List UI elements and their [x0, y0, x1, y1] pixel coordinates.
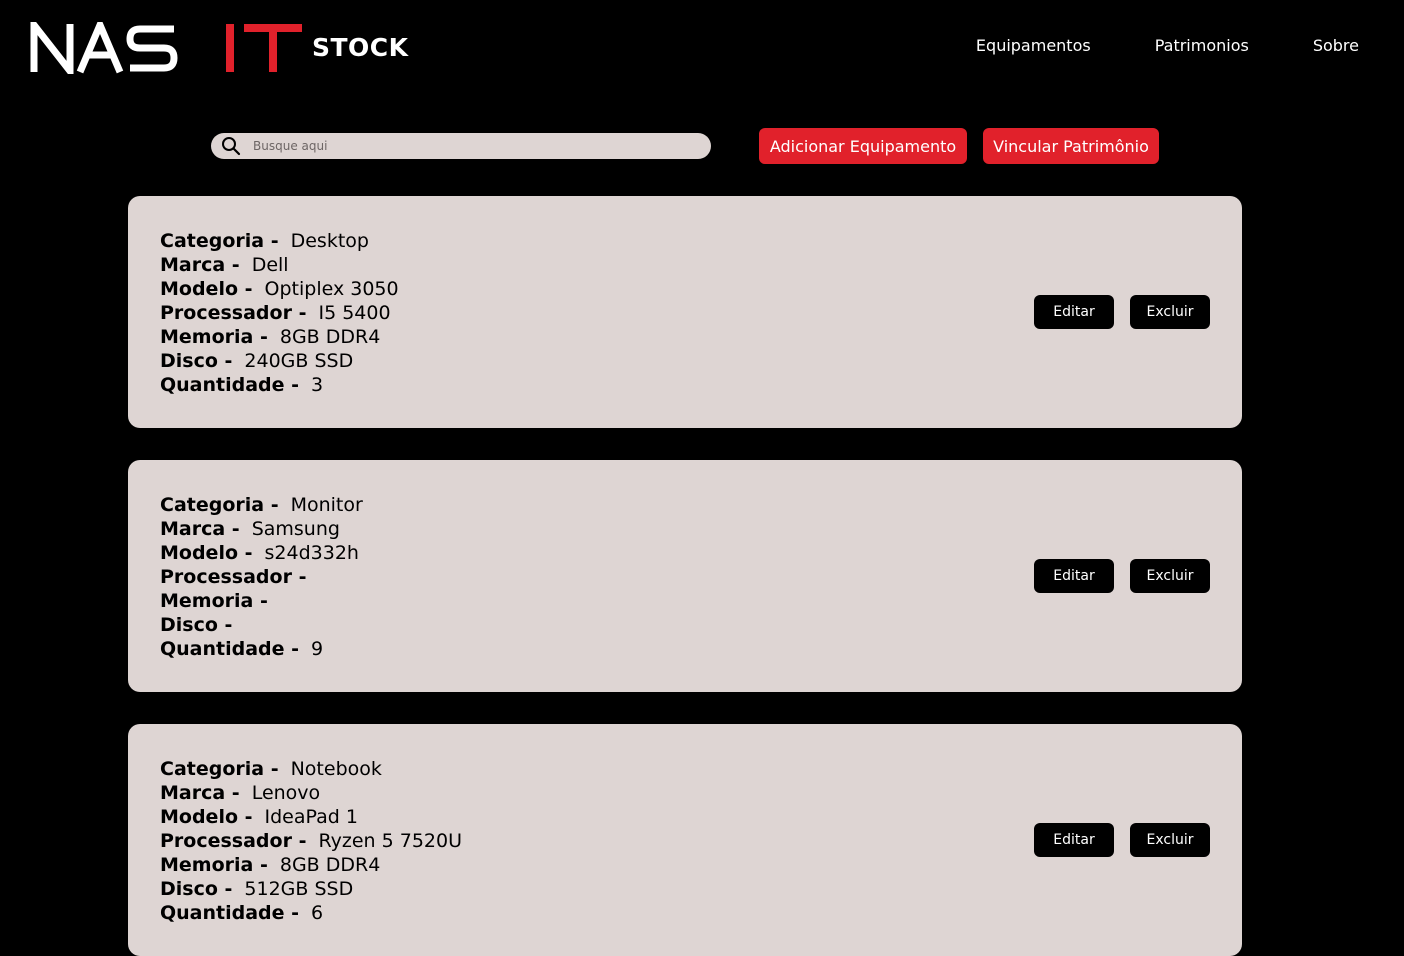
field-label: Categoria - [160, 494, 279, 516]
equipment-card: Categoria - Notebook Marca - Lenovo Modelo… [128, 724, 1242, 956]
field-quantidade: Quantidade - 6 [160, 901, 462, 925]
field-marca: Marca - Dell [160, 253, 399, 277]
field-value: Ryzen 5 7520U [318, 830, 463, 852]
field-label: Modelo - [160, 542, 253, 564]
add-equipment-button[interactable]: Adicionar Equipamento [759, 128, 967, 164]
field-memoria: Memoria - 8GB DDR4 [160, 853, 462, 877]
field-categoria: Categoria - Monitor [160, 493, 363, 517]
field-processador: Processador - Ryzen 5 7520U [160, 829, 462, 853]
equipment-details: Categoria - Monitor Marca - Samsung Modelo… [160, 493, 363, 661]
field-label: Disco - [160, 350, 233, 372]
search-icon [222, 137, 241, 156]
field-value: Samsung [251, 518, 340, 540]
nav-equipamentos[interactable]: Equipamentos [976, 36, 1091, 56]
field-value: Monitor [290, 494, 363, 516]
field-label: Categoria - [160, 230, 279, 252]
equipment-card: Categoria - Monitor Marca - Samsung Modelo… [128, 460, 1242, 692]
field-categoria: Categoria - Notebook [160, 757, 462, 781]
field-disco: Disco - 512GB SSD [160, 877, 462, 901]
field-label: Marca - [160, 254, 240, 276]
field-value: Desktop [290, 230, 369, 252]
field-modelo: Modelo - Optiplex 3050 [160, 277, 399, 301]
field-label: Quantidade - [160, 902, 300, 924]
field-value: 3 [311, 374, 324, 396]
field-value: 512GB SSD [244, 878, 354, 900]
search-bar[interactable] [211, 133, 711, 159]
field-marca: Marca - Lenovo [160, 781, 462, 805]
delete-button[interactable]: Excluir [1130, 823, 1210, 857]
delete-button[interactable]: Excluir [1130, 559, 1210, 593]
field-label: Quantidade - [160, 374, 300, 396]
field-label: Marca - [160, 518, 240, 540]
field-modelo: Modelo - IdeaPad 1 [160, 805, 462, 829]
equipment-card: Categoria - Desktop Marca - Dell Modelo - O… [128, 196, 1242, 428]
field-label: Modelo - [160, 278, 253, 300]
edit-button[interactable]: Editar [1034, 295, 1114, 329]
field-value: 240GB SSD [244, 350, 354, 372]
edit-button[interactable]: Editar [1034, 559, 1114, 593]
field-processador: Processador - [160, 565, 363, 589]
field-label: Quantidade - [160, 638, 300, 660]
card-actions: Editar Excluir [1018, 295, 1210, 329]
field-label: Categoria - [160, 758, 279, 780]
edit-button[interactable]: Editar [1034, 823, 1114, 857]
link-asset-button[interactable]: Vincular Patrimônio [983, 128, 1159, 164]
delete-button[interactable]: Excluir [1130, 295, 1210, 329]
field-value: Lenovo [251, 782, 321, 804]
field-label: Marca - [160, 782, 240, 804]
card-actions: Editar Excluir [1018, 559, 1210, 593]
nav-sobre[interactable]: Sobre [1313, 36, 1359, 56]
field-memoria: Memoria - [160, 589, 363, 613]
field-value: 8GB DDR4 [279, 854, 381, 876]
field-value: Notebook [290, 758, 382, 780]
field-value: I5 5400 [318, 302, 391, 324]
field-label: Processador - [160, 566, 307, 588]
equipment-details: Categoria - Desktop Marca - Dell Modelo - O… [160, 229, 399, 397]
field-quantidade: Quantidade - 9 [160, 637, 363, 661]
nav-patrimonios[interactable]: Patrimonios [1155, 36, 1249, 56]
field-value: Optiplex 3050 [264, 278, 399, 300]
field-label: Processador - [160, 302, 307, 324]
logo-subtitle: STOCK [312, 32, 409, 62]
search-input[interactable] [251, 138, 675, 154]
field-value: 8GB DDR4 [279, 326, 381, 348]
field-label: Disco - [160, 878, 233, 900]
field-quantidade: Quantidade - 3 [160, 373, 399, 397]
field-value: 6 [311, 902, 324, 924]
field-modelo: Modelo - s24d332h [160, 541, 363, 565]
field-label: Disco - [160, 614, 233, 636]
field-label: Memoria - [160, 590, 268, 612]
field-label: Modelo - [160, 806, 253, 828]
field-label: Memoria - [160, 854, 268, 876]
logo[interactable]: STOCK [30, 22, 409, 74]
field-value: s24d332h [264, 542, 359, 564]
field-value: 9 [311, 638, 324, 660]
equipment-details: Categoria - Notebook Marca - Lenovo Modelo… [160, 757, 462, 925]
field-value: IdeaPad 1 [264, 806, 358, 828]
field-disco: Disco - 240GB SSD [160, 349, 399, 373]
field-label: Processador - [160, 830, 307, 852]
field-disco: Disco - [160, 613, 363, 637]
field-memoria: Memoria - 8GB DDR4 [160, 325, 399, 349]
field-value: Dell [251, 254, 289, 276]
field-categoria: Categoria - Desktop [160, 229, 399, 253]
nasit-logo-icon [30, 22, 302, 74]
card-actions: Editar Excluir [1018, 823, 1210, 857]
main-nav: Equipamentos Patrimonios Sobre [912, 36, 1359, 56]
header: STOCK Equipamentos Patrimonios Sobre [0, 0, 1404, 96]
field-marca: Marca - Samsung [160, 517, 363, 541]
field-label: Memoria - [160, 326, 268, 348]
field-processador: Processador - I5 5400 [160, 301, 399, 325]
